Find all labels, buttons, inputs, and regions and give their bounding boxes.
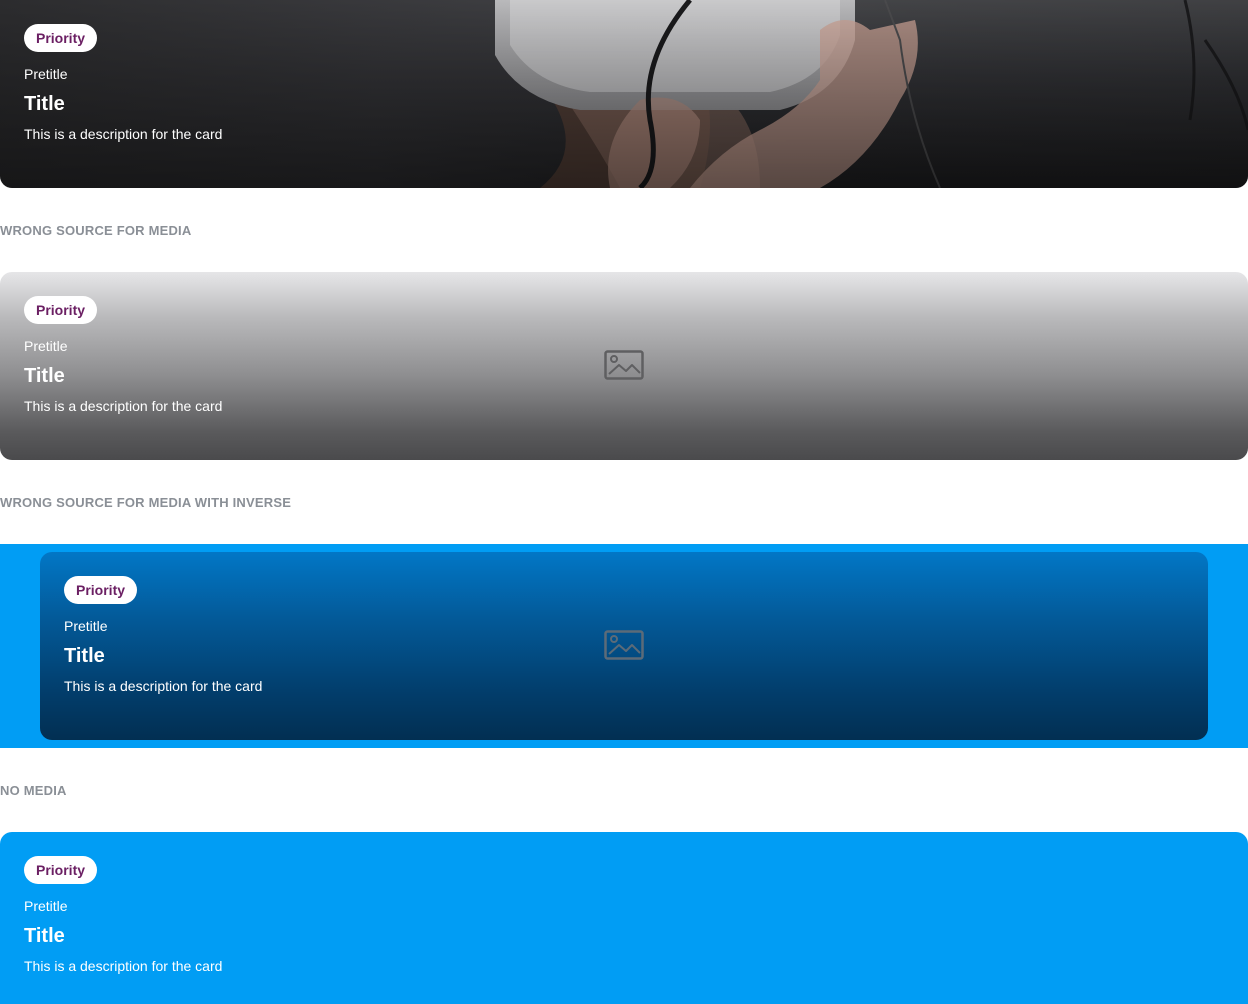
card-description: This is a description for the card	[24, 958, 223, 974]
card-title: Title	[24, 925, 65, 947]
card-pretitle: Pretitle	[24, 338, 68, 354]
card-title: Title	[24, 93, 65, 115]
section-label-wrong-source-inverse: WRONG SOURCE FOR MEDIA WITH INVERSE	[0, 495, 292, 510]
card-pretitle: Pretitle	[24, 66, 68, 82]
priority-chip: Priority	[64, 576, 138, 604]
card-no-media[interactable]: Priority Pretitle Title This is a descri…	[0, 832, 1248, 1004]
section-label-wrong-source: WRONG SOURCE FOR MEDIA	[0, 223, 192, 238]
priority-chip: Priority	[24, 296, 98, 324]
card-title: Title	[24, 365, 65, 387]
media-card-wrong-source[interactable]: Priority Pretitle Title This is a descri…	[0, 272, 1248, 460]
card-description: This is a description for the card	[24, 126, 223, 142]
card-description: This is a description for the card	[64, 678, 263, 694]
card-pretitle: Pretitle	[24, 898, 68, 914]
media-card-wrong-source-inverse[interactable]: Priority Pretitle Title This is a descri…	[40, 552, 1208, 740]
card-content: Priority Pretitle Title This is a descri…	[24, 296, 1224, 416]
card-content: Priority Pretitle Title This is a descri…	[24, 24, 1224, 144]
priority-chip: Priority	[24, 856, 98, 884]
card-pretitle: Pretitle	[64, 618, 108, 634]
card-title: Title	[64, 645, 105, 667]
card-content: Priority Pretitle Title This is a descri…	[64, 576, 1184, 696]
card-description: This is a description for the card	[24, 398, 223, 414]
card-content: Priority Pretitle Title This is a descri…	[24, 856, 1224, 976]
priority-chip: Priority	[24, 24, 98, 52]
media-card-with-image[interactable]: Priority Pretitle Title This is a descri…	[0, 0, 1248, 188]
section-label-no-media: NO MEDIA	[0, 783, 67, 798]
